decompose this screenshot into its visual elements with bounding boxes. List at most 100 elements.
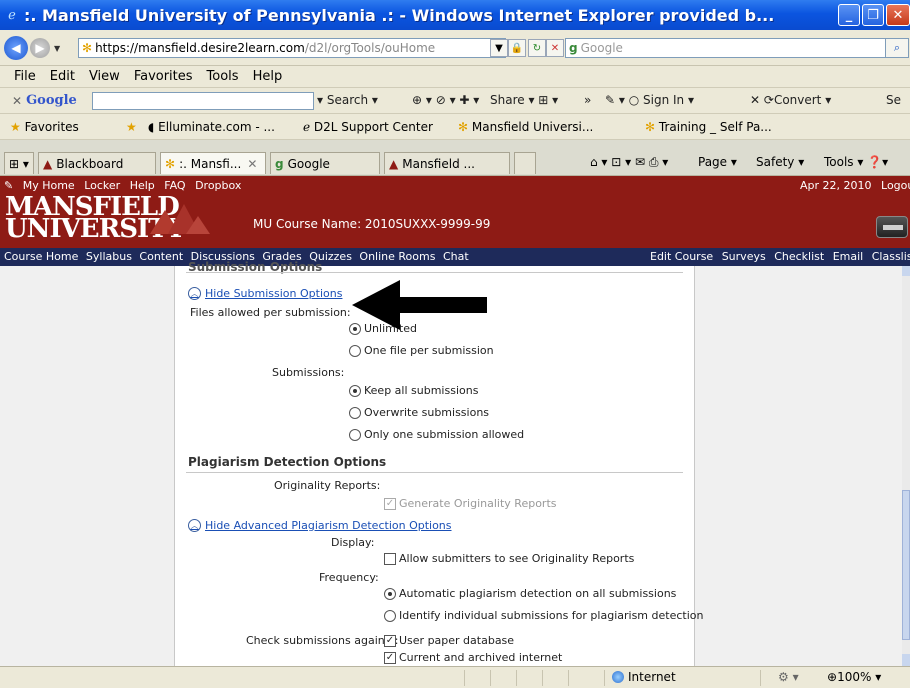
maximize-button[interactable]: ❐	[862, 4, 884, 26]
toolbar-close-icon[interactable]: ✕	[12, 94, 22, 108]
nav-course-home[interactable]: Course Home	[4, 250, 78, 263]
link-help[interactable]: Help	[130, 179, 155, 192]
minimize-button[interactable]: _	[838, 4, 860, 26]
radio-unselected[interactable]	[349, 428, 361, 441]
tab-label: Blackboard	[56, 156, 124, 171]
tab-mansfield-2[interactable]: ▲ Mansfield ...	[384, 152, 510, 174]
search-go-icon[interactable]: ⌕	[885, 38, 909, 58]
page-menu[interactable]: Page ▾	[698, 155, 737, 169]
radio-identify-individual[interactable]: Identify individual submissions for plag…	[384, 609, 703, 622]
nav-classlist[interactable]: Classlist	[872, 250, 910, 263]
checkbox-archived-internet[interactable]: ✓ Current and archived internet	[384, 651, 562, 664]
nav-surveys[interactable]: Surveys	[722, 250, 766, 263]
page-scrollbar[interactable]	[902, 266, 910, 666]
close-button[interactable]: ✕	[886, 4, 910, 26]
option-label: Generate Originality Reports	[399, 497, 557, 510]
nav-edit-course[interactable]: Edit Course	[650, 250, 713, 263]
display-label: Display:	[331, 536, 375, 549]
history-dropdown-icon[interactable]: ▼	[54, 44, 60, 53]
star-icon: ★	[10, 120, 21, 134]
globe-icon	[612, 671, 624, 683]
scroll-down-icon[interactable]	[902, 654, 910, 666]
google-search-label: Search	[326, 93, 369, 107]
link-faq[interactable]: FAQ	[164, 179, 185, 192]
favorite-link-mansfield[interactable]: ✻ Mansfield Universi...	[458, 120, 593, 134]
hide-advanced-plagiarism-link[interactable]: ︿ Hide Advanced Plagiarism Detection Opt…	[188, 519, 452, 532]
google-search-input[interactable]	[92, 92, 314, 110]
checkbox-allow-submitters[interactable]: Allow submitters to see Originality Repo…	[384, 552, 634, 565]
radio-overwrite[interactable]: Overwrite submissions	[349, 406, 489, 419]
tab-close-icon[interactable]: ✕	[247, 157, 257, 171]
nav-chat[interactable]: Chat	[443, 250, 469, 263]
link-locker[interactable]: Locker	[84, 179, 120, 192]
checkbox-user-paper-db[interactable]: ✓ User paper database	[384, 634, 514, 647]
radio-unselected[interactable]	[384, 609, 396, 622]
protected-mode-icon[interactable]: ⚙ ▾	[778, 670, 799, 684]
menu-tools[interactable]: Tools	[207, 69, 239, 84]
link-my-home[interactable]: My Home	[23, 179, 75, 192]
link-dropbox[interactable]: Dropbox	[195, 179, 241, 192]
stop-icon[interactable]: ✕	[546, 39, 564, 57]
header-widget-icon[interactable]	[876, 216, 908, 238]
checkbox-checked[interactable]: ✓	[384, 634, 396, 647]
radio-selected[interactable]	[349, 384, 361, 397]
new-tab-button[interactable]	[514, 152, 536, 174]
favorite-link-d2l[interactable]: ℯ D2L Support Center	[303, 120, 433, 134]
left-sidebar	[0, 266, 175, 666]
favorite-link-elluminate[interactable]: ◖ Elluminate.com - ...	[148, 120, 275, 134]
radio-only-one[interactable]: Only one submission allowed	[349, 428, 524, 441]
tab-blackboard[interactable]: ▲ Blackboard	[38, 152, 156, 174]
tab-google[interactable]: g Google	[270, 152, 380, 174]
collapse-icon: ︿	[188, 519, 201, 532]
menu-edit[interactable]: Edit	[50, 69, 75, 84]
lock-icon[interactable]: 🔒	[508, 39, 526, 57]
security-zone[interactable]: Internet	[612, 670, 676, 684]
toolbar-overflow[interactable]: Se	[886, 93, 901, 107]
tab-mansfield-active[interactable]: ✻:. Mansfi... ✕	[160, 152, 266, 174]
tools-menu[interactable]: Tools ▾ ❓▾	[824, 155, 888, 169]
back-button[interactable]: ◀	[4, 36, 28, 60]
tab-label: Google	[287, 156, 330, 171]
toolbar-tools-icons[interactable]: ⊕ ▾ ⊘ ▾ ✚ ▾	[412, 93, 479, 107]
radio-automatic-detection[interactable]: Automatic plagiarism detection on all su…	[384, 587, 676, 600]
share-button[interactable]: Share ▾ ⊞ ▾	[490, 93, 558, 107]
radio-selected[interactable]	[384, 587, 396, 600]
favorite-link-training[interactable]: ✻ Training _ Self Pa...	[645, 120, 772, 134]
forward-button[interactable]: ▶	[30, 38, 50, 58]
zoom-level[interactable]: ⊕100% ▾	[827, 670, 881, 684]
add-favorite-icon[interactable]: ★	[126, 120, 137, 134]
scroll-up-icon[interactable]	[902, 266, 910, 276]
radio-unselected[interactable]	[349, 344, 361, 357]
search-input[interactable]: g Google	[565, 38, 895, 58]
logout-link[interactable]: Logout	[881, 179, 910, 192]
scroll-thumb[interactable]	[902, 490, 910, 640]
checkbox-unchecked[interactable]	[384, 552, 396, 565]
url-input[interactable]: ✻ https:// mansfield.desire2learn.com /d…	[78, 38, 506, 58]
radio-keep-all[interactable]: Keep all submissions	[349, 384, 478, 397]
more-chevron-icon[interactable]: »	[584, 93, 591, 107]
favorites-button[interactable]: ★ Favorites	[10, 120, 79, 134]
nav-online-rooms[interactable]: Online Rooms	[359, 250, 435, 263]
google-search-button[interactable]: ▾ Search ▾	[317, 93, 378, 107]
nav-content[interactable]: Content	[139, 250, 183, 263]
menu-view[interactable]: View	[89, 69, 120, 84]
nav-syllabus[interactable]: Syllabus	[86, 250, 132, 263]
radio-unselected[interactable]	[349, 406, 361, 419]
radio-one-file[interactable]: One file per submission	[349, 344, 494, 357]
url-dropdown-icon[interactable]: ▼	[490, 39, 508, 57]
quick-tabs-icon[interactable]: ⊞ ▾	[4, 152, 34, 174]
signin-button[interactable]: ✎ ▾ ○ Sign In ▾	[605, 93, 694, 107]
convert-button[interactable]: ✕ ⟳Convert ▾	[750, 93, 831, 107]
menu-file[interactable]: File	[14, 69, 36, 84]
menu-help[interactable]: Help	[253, 69, 283, 84]
checkbox-checked[interactable]: ✓	[384, 651, 396, 664]
option-label: Keep all submissions	[364, 384, 479, 397]
menu-favorites[interactable]: Favorites	[134, 69, 193, 84]
home-icon[interactable]: ⌂ ▾ ⊡ ▾ ✉ ⎙ ▾	[590, 155, 668, 170]
nav-checklist[interactable]: Checklist	[774, 250, 824, 263]
hide-submission-options-link[interactable]: ︿ Hide Submission Options	[188, 287, 342, 300]
window-title: :. Mansfield University of Pennsylvania …	[24, 5, 775, 25]
refresh-icon[interactable]: ↻	[528, 39, 546, 57]
nav-email[interactable]: Email	[833, 250, 864, 263]
safety-menu[interactable]: Safety ▾	[756, 155, 804, 169]
